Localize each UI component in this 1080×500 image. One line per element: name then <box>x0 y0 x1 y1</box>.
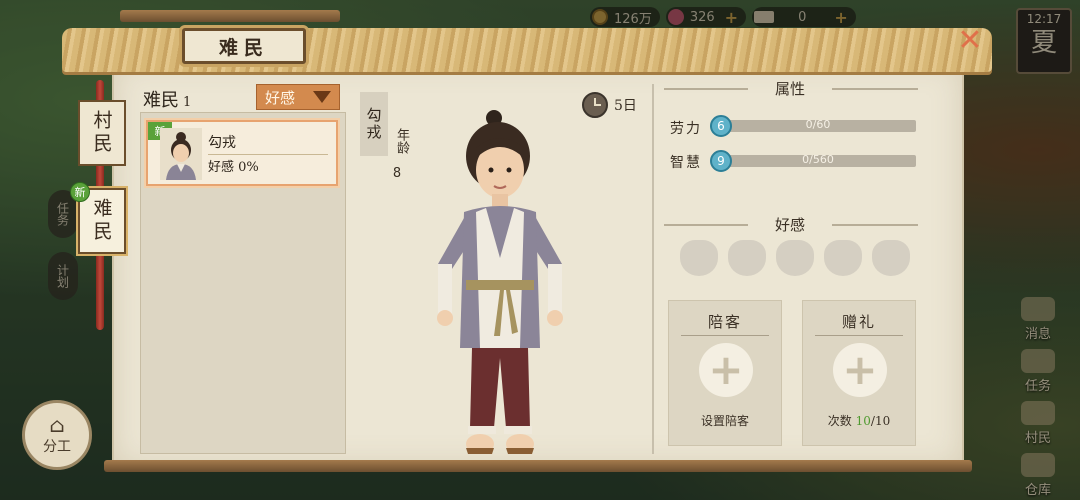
refugee-portrait <box>160 128 202 180</box>
character-name: 勾戎 <box>360 92 388 156</box>
chevron-down-icon <box>313 91 331 103</box>
house-icon: ⌂ <box>49 413 65 437</box>
favor-slot-icon <box>872 240 910 276</box>
give-gift-button[interactable]: + <box>833 343 887 397</box>
accompany-title: 陪客 <box>707 313 742 331</box>
stat-label-wisdom: 智慧 <box>670 155 702 171</box>
panel-title: 难民 <box>182 28 306 64</box>
panel-divider <box>652 84 654 454</box>
stat-bar-labor: 0/60 <box>720 118 916 132</box>
sort-label: 好感 <box>265 88 296 107</box>
stat-value-labor: 0/60 <box>805 118 831 131</box>
affection-value: 0% <box>238 160 259 175</box>
favor-slot-icon <box>728 240 766 276</box>
clock-icon <box>582 92 608 118</box>
gift-count-label: 次数 <box>827 414 852 428</box>
favor-slot-icon <box>824 240 862 276</box>
list-count: 1 <box>183 95 192 110</box>
age-value: 8 <box>392 166 402 181</box>
accompany-panel: 陪客 + 设置陪客 <box>668 300 782 446</box>
attributes-title: 属性 <box>774 80 805 98</box>
gift-panel: 赠礼 + 次数 10/10 <box>802 300 916 446</box>
portrait-avatar-icon <box>166 132 196 180</box>
favor-slot-icon <box>680 240 718 276</box>
attr-line-left <box>664 88 748 90</box>
attr-line-right <box>832 88 918 90</box>
character-illustration <box>437 110 563 454</box>
plus-icon: + <box>842 345 878 394</box>
gift-title: 赠礼 <box>841 313 876 331</box>
refugee-name: 勾戎 <box>208 132 328 155</box>
stat-level-wisdom: 9 <box>710 150 732 172</box>
refugee-card[interactable]: 新 勾戎 好感 0% <box>146 120 338 186</box>
stat-label-labor: 劳力 <box>670 121 702 137</box>
days-value: 5日 <box>614 98 637 114</box>
tab-new-badge: 新 <box>70 182 90 202</box>
favor-slot-icon <box>776 240 814 276</box>
gift-divider <box>815 335 903 336</box>
frame-crossbar <box>120 10 340 22</box>
favor-line-left <box>664 224 748 226</box>
stat-level-labor: 6 <box>710 115 732 137</box>
gift-count-total: /10 <box>870 414 891 428</box>
favor-title: 好感 <box>774 216 805 234</box>
affection-label: 好感 <box>208 160 235 175</box>
gift-footer: 次数 10/10 <box>803 412 915 429</box>
gift-count-used: 10 <box>855 414 871 428</box>
stat-bar-wisdom: 0/560 <box>720 153 916 167</box>
work-assign-label: 分工 <box>43 439 71 455</box>
refugee-affection: 好感 0% <box>208 156 259 175</box>
accompany-footer: 设置陪客 <box>700 414 749 428</box>
days-indicator: 5日 <box>582 92 637 118</box>
close-icon[interactable]: ✕ <box>955 26 985 56</box>
list-title: 难民 1 <box>143 86 191 112</box>
favor-line-right <box>832 224 918 226</box>
tab-villagers[interactable]: 村民 <box>78 100 126 166</box>
list-title-text: 难民 <box>143 90 179 111</box>
age-label: 年龄 <box>394 128 409 154</box>
accompany-divider <box>681 335 769 336</box>
work-assign-button[interactable]: ⌂ 分工 <box>22 400 92 470</box>
plus-icon: + <box>708 345 744 394</box>
stat-value-wisdom: 0/560 <box>802 153 834 166</box>
set-accompany-button[interactable]: + <box>699 343 753 397</box>
sort-dropdown[interactable]: 好感 <box>256 84 340 110</box>
